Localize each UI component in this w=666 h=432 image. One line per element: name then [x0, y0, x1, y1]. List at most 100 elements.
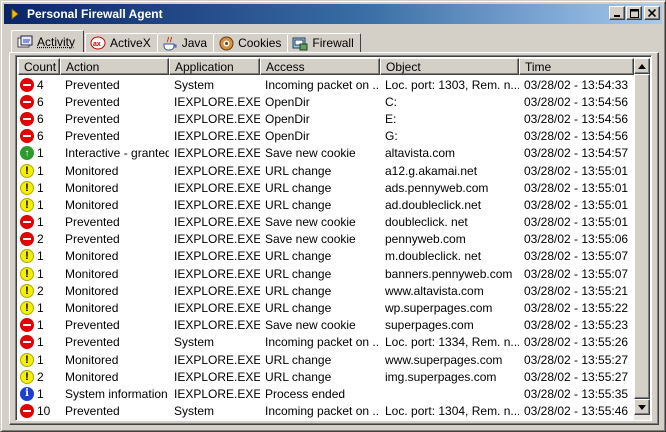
- table-row[interactable]: 2 Prevented IEXPLORE.EXE Save new cookie pen…: [18, 231, 634, 248]
- count-value: 1: [37, 180, 44, 195]
- cell-access: Save new cookie: [265, 215, 356, 230]
- tab-java[interactable]: Java: [156, 33, 215, 52]
- firewall-icon: [292, 35, 308, 51]
- title-bar[interactable]: Personal Firewall Agent: [4, 4, 662, 24]
- activity-icon: [17, 34, 33, 50]
- table-row[interactable]: 6 Prevented IEXPLORE.EXE OpenDir G: 03/28/02 …: [18, 128, 634, 145]
- count-value: 10: [37, 404, 51, 419]
- column-header-count[interactable]: Count: [18, 58, 60, 75]
- cell-action: Monitored: [65, 180, 119, 195]
- cell-object: E:: [385, 111, 397, 126]
- table-row[interactable]: 1 Prevented System Incoming packet on ... Lo…: [18, 334, 634, 351]
- list-rows: 4 Prevented System Incoming packet on ... Lo…: [18, 76, 634, 420]
- tab-strip: Activity ax ActiveX Java Cookies Firewal…: [9, 30, 361, 52]
- cell-action: Prevented: [65, 94, 120, 109]
- cell-object: G:: [385, 129, 398, 144]
- scroll-up-button[interactable]: [634, 58, 650, 74]
- column-header-time[interactable]: Time: [519, 58, 634, 75]
- tab-cookies[interactable]: Cookies: [213, 33, 289, 52]
- vertical-scrollbar[interactable]: [634, 58, 650, 420]
- close-icon: [648, 9, 656, 17]
- count-value: 1: [37, 197, 44, 212]
- cell-count: 10: [18, 403, 60, 420]
- table-row[interactable]: ↑ 1 Interactive - granted IEXPLORE.EXE Save …: [18, 145, 634, 162]
- table-row[interactable]: 10 Prevented System Incoming packet on ... L…: [18, 403, 634, 420]
- cell-count: ! 2: [18, 368, 60, 385]
- maximize-button[interactable]: [626, 6, 642, 20]
- cookie-icon: [218, 35, 234, 51]
- cell-count: ! 1: [18, 299, 60, 316]
- table-row[interactable]: ! 2 Monitored IEXPLORE.EXE URL change img.sup…: [18, 368, 634, 385]
- cell-count: 6: [18, 93, 60, 110]
- table-row[interactable]: ! 1 Monitored IEXPLORE.EXE URL change ads.pen…: [18, 179, 634, 196]
- tab-activex[interactable]: ax ActiveX: [85, 33, 158, 52]
- cell-object: C:: [385, 94, 397, 109]
- prevented-icon: [20, 111, 34, 126]
- maximize-icon: [629, 8, 639, 18]
- cell-action: Prevented: [65, 129, 120, 144]
- activity-list[interactable]: Count Action Application Access Object T…: [15, 55, 652, 421]
- table-row[interactable]: ! 1 Monitored IEXPLORE.EXE URL change a12.g.a…: [18, 162, 634, 179]
- table-row[interactable]: ! 1 Monitored IEXPLORE.EXE URL change ad.doub…: [18, 196, 634, 213]
- cell-count: 6: [18, 128, 60, 145]
- cell-time: 03/28/02 - 13:55:01: [524, 163, 629, 178]
- tab-activity[interactable]: Activity: [11, 30, 85, 52]
- table-row[interactable]: ! 1 Monitored IEXPLORE.EXE URL change m.doubl…: [18, 248, 634, 265]
- information-icon: i: [20, 386, 34, 401]
- cell-application: IEXPLORE.EXE: [174, 232, 260, 247]
- tab-firewall[interactable]: Firewall: [287, 33, 361, 52]
- cell-action: Monitored: [65, 352, 119, 367]
- cell-application: IEXPLORE.EXE: [174, 283, 260, 298]
- cell-time: 03/28/02 - 13:54:56: [524, 111, 629, 126]
- cell-action: Prevented: [65, 215, 120, 230]
- table-row[interactable]: ! 1 Monitored IEXPLORE.EXE URL change wp.supe…: [18, 299, 634, 316]
- cell-access: URL change: [265, 301, 332, 316]
- prevented-icon: [20, 318, 34, 333]
- count-value: 1: [37, 215, 44, 230]
- cell-access: URL change: [265, 180, 332, 195]
- count-value: 1: [37, 163, 44, 178]
- table-row[interactable]: 1 Prevented IEXPLORE.EXE Save new cookie dou…: [18, 214, 634, 231]
- cell-time: 03/28/02 - 13:55:27: [524, 369, 629, 384]
- monitored-warning-icon: !: [20, 266, 34, 281]
- monitored-warning-icon: !: [20, 283, 34, 298]
- cell-action: Prevented: [65, 232, 120, 247]
- table-row[interactable]: 4 Prevented System Incoming packet on ... Lo…: [18, 76, 634, 93]
- minimize-button[interactable]: [609, 6, 625, 20]
- scroll-down-button[interactable]: [634, 399, 650, 415]
- table-row[interactable]: ! 2 Monitored IEXPLORE.EXE URL change www.alt…: [18, 282, 634, 299]
- table-row[interactable]: 6 Prevented IEXPLORE.EXE OpenDir E: 03/28/02 …: [18, 110, 634, 127]
- count-value: 1: [37, 352, 44, 367]
- cell-access: URL change: [265, 352, 332, 367]
- cell-time: 03/28/02 - 13:54:56: [524, 129, 629, 144]
- table-row[interactable]: i 1 System information IEXPLORE.EXE Process …: [18, 385, 634, 402]
- table-row[interactable]: ! 1 Monitored IEXPLORE.EXE URL change banners…: [18, 265, 634, 282]
- prevented-icon: [20, 129, 34, 144]
- tab-java-label: Java: [181, 36, 208, 50]
- cell-count: 6: [18, 110, 60, 127]
- cell-application: System: [174, 335, 215, 350]
- cell-count: i1: [18, 385, 60, 402]
- cell-application: IEXPLORE.EXE: [174, 386, 260, 401]
- column-header-access[interactable]: Access: [260, 58, 380, 75]
- firewall-agent-window: Personal Firewall Agent Activity ax Acti…: [0, 0, 666, 432]
- cell-count: ! 1: [18, 351, 60, 368]
- cell-count: 1: [18, 214, 60, 231]
- table-row[interactable]: 1 Prevented IEXPLORE.EXE Save new cookie sup…: [18, 317, 634, 334]
- table-row[interactable]: 6 Prevented IEXPLORE.EXE OpenDir C: 03/28/02 …: [18, 93, 634, 110]
- tab-cookies-label: Cookies: [238, 36, 282, 50]
- column-header-application[interactable]: Application: [169, 58, 260, 75]
- count-value: 1: [37, 318, 44, 333]
- cell-time: 03/28/02 - 13:55:21: [524, 283, 629, 298]
- cell-access: URL change: [265, 163, 332, 178]
- cell-object: Loc. port: 1304, Rem. n...: [385, 404, 519, 419]
- column-header-object[interactable]: Object: [380, 58, 519, 75]
- count-value: 2: [37, 369, 44, 384]
- count-value: 1: [37, 266, 44, 281]
- scroll-thumb[interactable]: [634, 74, 650, 399]
- table-row[interactable]: ! 1 Monitored IEXPLORE.EXE URL change www.sup…: [18, 351, 634, 368]
- cell-object: ad.doubleclick.net: [385, 197, 482, 212]
- close-button[interactable]: [644, 6, 660, 20]
- column-header-action[interactable]: Action: [60, 58, 169, 75]
- cell-action: Monitored: [65, 283, 119, 298]
